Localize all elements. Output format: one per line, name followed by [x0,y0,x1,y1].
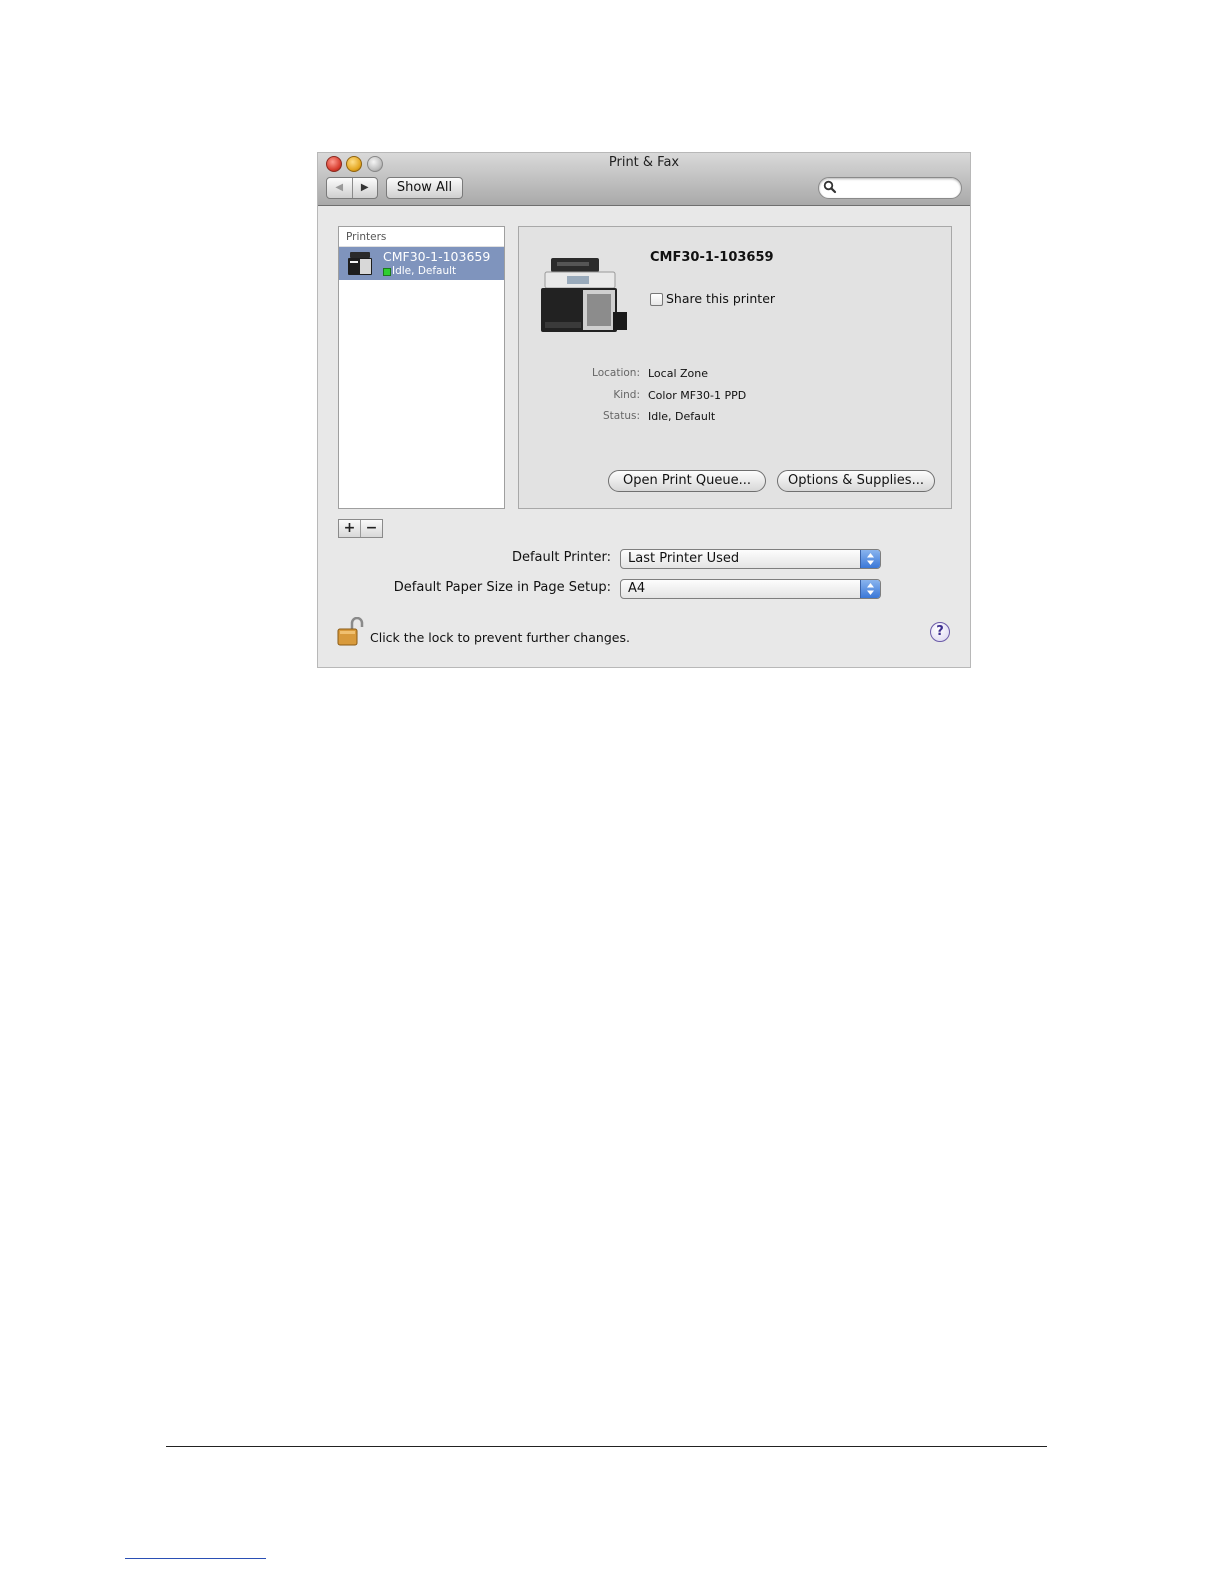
status-label: Status: [603,410,640,422]
location-label: Location: [592,367,640,379]
lock-icon[interactable] [337,617,364,647]
printers-list[interactable]: Printers CMF30-1-103659 Idle, Default [338,226,505,509]
printers-list-header: Printers [339,227,504,247]
options-supplies-button[interactable]: Options & Supplies... [777,470,935,492]
printer-list-item[interactable]: CMF30-1-103659 Idle, Default [339,247,504,280]
paper-size-label: Default Paper Size in Page Setup: [393,580,611,595]
share-printer-checkbox[interactable] [650,293,663,306]
kind-label: Kind: [613,389,640,401]
printer-status: Idle, Default [392,265,457,277]
printer-name: CMF30-1-103659 [383,249,491,264]
location-value: Local Zone [648,367,709,380]
search-icon [823,180,837,194]
show-all-button[interactable]: Show All [386,177,463,199]
kind-value: Color MF30-1 PPD [648,389,747,402]
forward-button[interactable]: ▶ [353,178,378,198]
window-title: Print & Fax [608,155,680,170]
up-down-arrows-icon [860,580,880,598]
add-remove-printer-group: + − [338,519,383,538]
printer-icon [348,252,372,275]
share-printer-label[interactable]: Share this printer [666,291,775,306]
printer-icon [541,258,627,332]
search-input[interactable] [839,179,958,197]
help-icon[interactable]: ? [930,622,950,642]
default-printer-label: Default Printer: [511,550,611,565]
up-down-arrows-icon [860,550,880,568]
search-field[interactable] [818,177,962,199]
footnote-divider [125,1558,266,1559]
paper-size-value: A4 [628,581,646,596]
add-printer-button[interactable]: + [339,520,361,537]
footer-divider [166,1446,1047,1447]
status-value: Idle, Default [648,410,716,423]
status-indicator [383,268,391,276]
lock-message: Click the lock to prevent further change… [370,630,630,645]
default-printer-value: Last Printer Used [628,551,740,566]
print-fax-window: Print & Fax ◀ ▶ Show All Printers CMF30-… [318,153,970,667]
default-printer-select[interactable]: Last Printer Used [620,549,881,569]
paper-size-select[interactable]: A4 [620,579,881,599]
printer-detail-panel: CMF30-1-103659 Share this printer Locati… [518,226,952,509]
title-bar: Print & Fax ◀ ▶ Show All [318,153,970,206]
open-print-queue-button[interactable]: Open Print Queue... [608,470,766,492]
remove-printer-button[interactable]: − [361,520,382,537]
back-button[interactable]: ◀ [327,178,353,198]
detail-printer-name: CMF30-1-103659 [650,250,774,265]
back-forward-group: ◀ ▶ [326,177,378,199]
